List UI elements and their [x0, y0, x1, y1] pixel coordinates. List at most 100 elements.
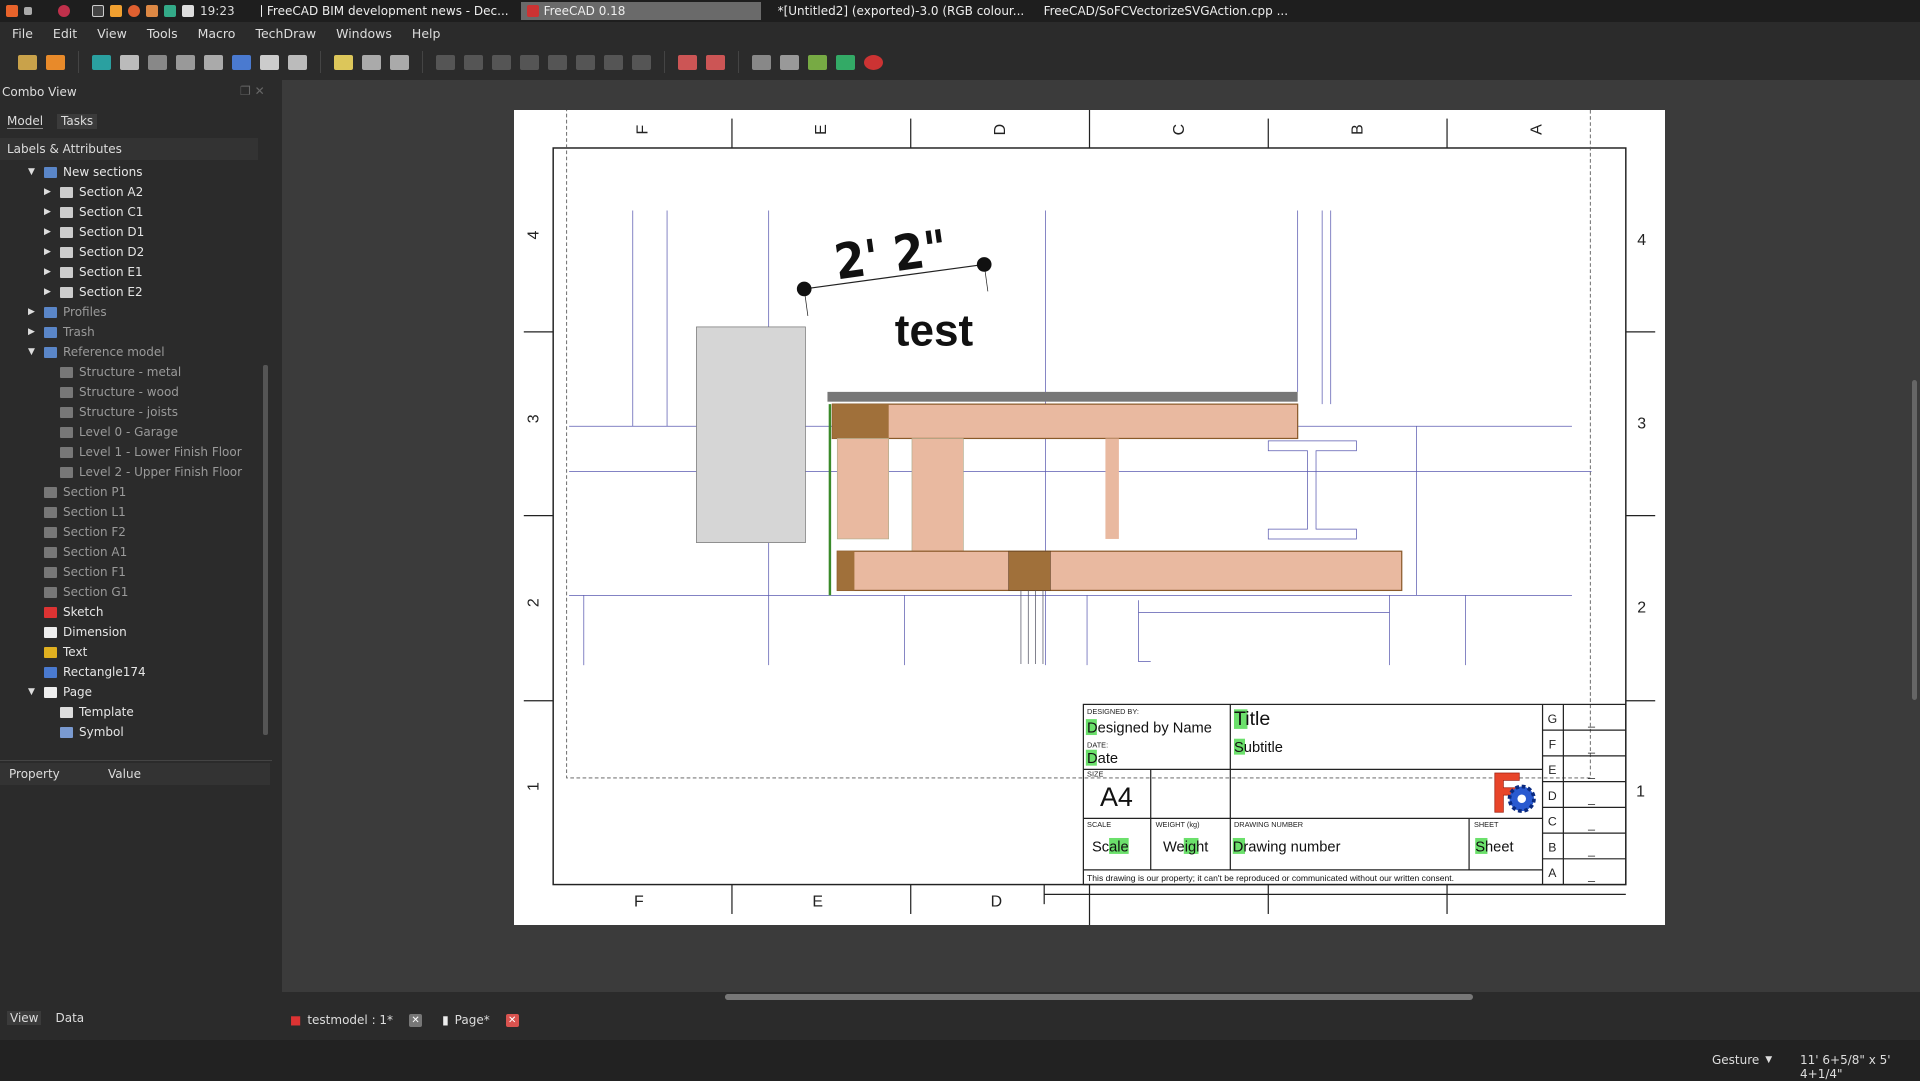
tab-view[interactable]: View: [7, 1011, 42, 1025]
tree-item[interactable]: Section L1: [28, 502, 126, 522]
export-dxf-icon[interactable]: [706, 54, 725, 70]
menu-help[interactable]: Help: [412, 26, 441, 41]
menu-tools[interactable]: Tools: [147, 26, 178, 41]
balloon-icon[interactable]: [752, 54, 771, 70]
expand-arrow-icon[interactable]: ▼: [28, 167, 38, 177]
link-dimension-icon[interactable]: [632, 54, 651, 70]
new-template-page-icon[interactable]: [46, 54, 65, 70]
tree-item[interactable]: Level 0 - Garage: [44, 422, 178, 442]
tree-item[interactable]: Level 1 - Lower Finish Floor: [44, 442, 242, 462]
tree-item[interactable]: Section A1: [28, 542, 127, 562]
menu-techdraw[interactable]: TechDraw: [255, 26, 316, 41]
menu-windows[interactable]: Windows: [336, 26, 392, 41]
vertical-scrollbar[interactable]: [1912, 380, 1917, 700]
detail-view-icon[interactable]: [176, 54, 195, 70]
tree-item[interactable]: ▼ Page: [28, 682, 92, 702]
annotation-icon[interactable]: [334, 54, 353, 70]
tree-item[interactable]: Structure - wood: [44, 382, 179, 402]
expand-arrow-icon[interactable]: ▶: [44, 287, 54, 297]
tree-item[interactable]: Section F2: [28, 522, 126, 542]
tab-tasks[interactable]: Tasks: [57, 114, 98, 129]
close-window-icon[interactable]: [6, 5, 18, 17]
tree-item[interactable]: Text: [28, 642, 87, 662]
app-launcher-icon[interactable]: [58, 5, 70, 17]
radius-dimension-icon[interactable]: [520, 54, 539, 70]
tab-model[interactable]: Model: [7, 114, 44, 129]
task-gimp[interactable]: *[Untitled2] (exported)-3.0 (RGB colour.…: [767, 2, 1027, 20]
tree-item[interactable]: Section G1: [28, 582, 128, 602]
export-svg-icon[interactable]: [678, 54, 697, 70]
gimp-icon[interactable]: [182, 5, 194, 17]
task-freecad[interactable]: FreeCAD 0.18: [520, 2, 761, 20]
expand-arrow-icon[interactable]: ▶: [44, 227, 54, 237]
projection-group-icon[interactable]: [204, 54, 223, 70]
tree-item[interactable]: Sketch: [28, 602, 103, 622]
firefox-icon[interactable]: [128, 5, 140, 17]
tab-page[interactable]: ▮ Page* ✕: [442, 1013, 519, 1027]
task-github[interactable]: FreeCAD/SoFCVectorizeSVGAction.cpp ...: [1033, 2, 1293, 20]
section-view-icon[interactable]: [148, 54, 167, 70]
files-icon[interactable]: [110, 5, 122, 17]
menu-macro[interactable]: Macro: [198, 26, 236, 41]
tree-item[interactable]: ▶ Trash: [28, 322, 95, 342]
hatch-icon[interactable]: [780, 54, 799, 70]
tab-testmodel[interactable]: ■ testmodel : 1* ✕: [290, 1013, 423, 1027]
drawing-page[interactable]: F E D C B A F E D 4 3 2 1 4 3 2 1 2' 2" …: [514, 80, 1665, 925]
active-view-icon[interactable]: [120, 54, 139, 70]
navigation-style-selector[interactable]: Gesture ▼: [1712, 1053, 1772, 1067]
expand-arrow-icon[interactable]: ▼: [28, 687, 38, 697]
horizontal-dimension-icon[interactable]: [464, 54, 483, 70]
clip-icon[interactable]: [836, 54, 855, 70]
tree-item[interactable]: ▶ Section E2: [44, 282, 143, 302]
arch-view-icon[interactable]: [260, 54, 279, 70]
tab-data[interactable]: Data: [55, 1011, 84, 1025]
tree-item[interactable]: Symbol: [44, 722, 124, 742]
tree-item[interactable]: ▶ Section D1: [44, 222, 144, 242]
geometric-hatch-icon[interactable]: [808, 54, 827, 70]
tree-item[interactable]: ▶ Profiles: [28, 302, 107, 322]
menu-edit[interactable]: Edit: [53, 26, 77, 41]
expand-arrow-icon[interactable]: ▶: [44, 207, 54, 217]
3pt-angle-dimension-icon[interactable]: [604, 54, 623, 70]
terminal-icon[interactable]: [92, 5, 104, 17]
freecad-icon[interactable]: [146, 5, 158, 17]
app-icon[interactable]: [164, 5, 176, 17]
new-page-icon[interactable]: [18, 54, 37, 70]
tree-item[interactable]: Level 2 - Upper Finish Floor: [44, 462, 242, 482]
tree-scrollbar[interactable]: [263, 365, 268, 735]
tree-item[interactable]: Template: [44, 702, 134, 722]
expand-arrow-icon[interactable]: ▶: [28, 327, 38, 337]
tree-item[interactable]: ▼ Reference model: [28, 342, 165, 362]
spreadsheet-view-icon[interactable]: [288, 54, 307, 70]
horizontal-scrollbar-handle[interactable]: [725, 994, 1473, 1000]
image-icon[interactable]: [390, 54, 409, 70]
expand-arrow-icon[interactable]: ▶: [44, 267, 54, 277]
tree-item[interactable]: Rectangle174: [28, 662, 146, 682]
insert-view-icon[interactable]: [92, 54, 111, 70]
tree-item[interactable]: Section P1: [28, 482, 126, 502]
panel-float-close-icon[interactable]: ❐ ✕: [240, 84, 265, 98]
vertical-dimension-icon[interactable]: [492, 54, 511, 70]
expand-arrow-icon[interactable]: ▶: [44, 187, 54, 197]
expand-arrow-icon[interactable]: ▶: [44, 247, 54, 257]
menu-view[interactable]: View: [97, 26, 127, 41]
tree-item[interactable]: ▼ New sections: [28, 162, 142, 182]
tree-item[interactable]: Structure - metal: [44, 362, 181, 382]
menu-file[interactable]: File: [12, 26, 33, 41]
length-dimension-icon[interactable]: [436, 54, 455, 70]
close-tab-icon[interactable]: ✕: [409, 1013, 423, 1027]
symbol-icon[interactable]: [362, 54, 381, 70]
tree-item[interactable]: ▶ Section A2: [44, 182, 143, 202]
tree-item[interactable]: ▶ Section E1: [44, 262, 143, 282]
expand-arrow-icon[interactable]: ▶: [28, 307, 38, 317]
minimize-icon[interactable]: [24, 7, 32, 15]
tree-item[interactable]: Dimension: [28, 622, 127, 642]
tree-item[interactable]: ▶ Section C1: [44, 202, 143, 222]
diameter-dimension-icon[interactable]: [548, 54, 567, 70]
expand-arrow-icon[interactable]: ▼: [28, 347, 38, 357]
angle-dimension-icon[interactable]: [576, 54, 595, 70]
toggle-frames-icon[interactable]: [864, 54, 883, 70]
draft-view-icon[interactable]: [232, 54, 251, 70]
tree-item[interactable]: Section F1: [28, 562, 126, 582]
tree-item[interactable]: Structure - joists: [44, 402, 178, 422]
